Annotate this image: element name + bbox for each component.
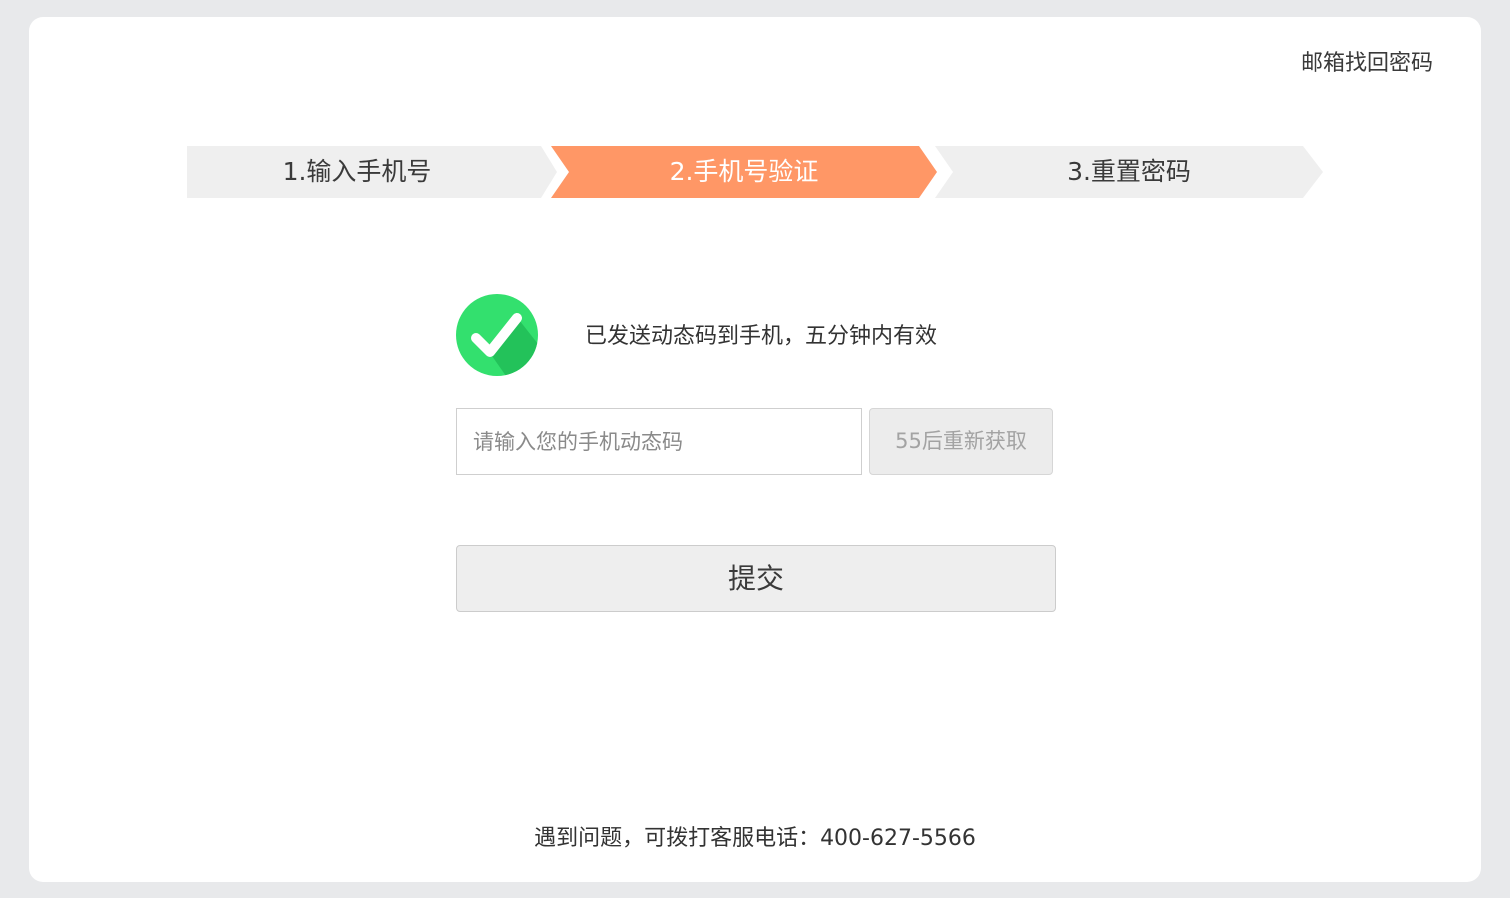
email-recovery-link[interactable]: 邮箱找回密码 xyxy=(1301,45,1433,77)
check-circle-icon xyxy=(456,294,538,376)
sent-status-row: 已发送动态码到手机，五分钟内有效 xyxy=(456,294,1056,376)
recovery-card: 邮箱找回密码 1.输入手机号 2.手机号验证 3.重置密码 已发送动态码到手机，… xyxy=(29,17,1481,882)
verification-code-input[interactable] xyxy=(456,408,862,475)
submit-button[interactable]: 提交 xyxy=(456,545,1056,612)
sent-status-message: 已发送动态码到手机，五分钟内有效 xyxy=(585,324,938,349)
resend-code-button[interactable]: 55后重新获取 xyxy=(869,408,1053,475)
step-enter-phone: 1.输入手机号 xyxy=(187,146,557,198)
step-reset-password: 3.重置密码 xyxy=(935,146,1323,198)
support-hotline-text: 遇到问题，可拨打客服电话：400-627-5566 xyxy=(534,826,976,851)
progress-steps: 1.输入手机号 2.手机号验证 3.重置密码 xyxy=(187,146,1323,198)
step-verify-phone: 2.手机号验证 xyxy=(551,146,937,198)
